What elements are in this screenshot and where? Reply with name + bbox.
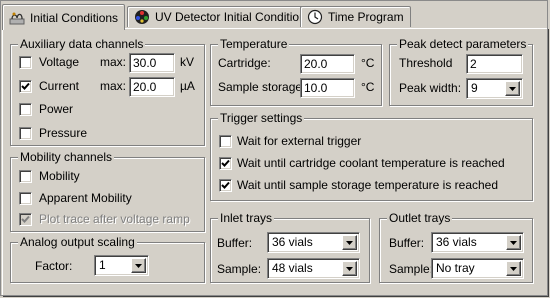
cartridge-label: Cartridge: — [218, 56, 271, 70]
max-label: max: — [100, 55, 127, 69]
pressure-label: Pressure — [39, 126, 88, 140]
external-trigger-label: Wait for external trigger — [237, 134, 362, 148]
checkmark-icon — [221, 159, 230, 167]
storage-temperature-label: Wait until sample storage temperature is… — [237, 178, 499, 192]
current-max-field[interactable]: 20.0 — [129, 77, 175, 97]
coolant-temperature-checkbox[interactable] — [219, 157, 232, 170]
sample-storage-label: Sample storage: — [218, 80, 306, 94]
tab-time-program[interactable]: Time Program — [300, 6, 411, 27]
plot-trace-label: Plot trace after voltage ramp — [39, 212, 190, 226]
checkmark-icon — [21, 82, 30, 90]
plot-trace-checkbox — [19, 213, 32, 226]
peak-width-dropdown[interactable]: 9 — [466, 78, 523, 99]
uv-detector-icon — [134, 9, 150, 25]
conditions-icon — [9, 10, 25, 26]
factor-dropdown[interactable]: 1 — [94, 255, 149, 276]
factor-value: 1 — [99, 258, 106, 272]
clock-icon — [307, 9, 323, 25]
current-unit: µA — [180, 79, 195, 93]
peak-width-value: 9 — [471, 81, 478, 95]
outlet-sample-label: Sample: — [389, 262, 434, 276]
chevron-down-icon[interactable] — [131, 258, 146, 273]
chevron-down-icon[interactable] — [505, 81, 520, 96]
storage-temperature-checkbox[interactable] — [219, 179, 232, 192]
factor-label: Factor: — [35, 259, 73, 273]
voltage-label: Voltage — [39, 55, 80, 69]
group-title: Mobility channels — [18, 150, 115, 164]
voltage-max-field[interactable]: 30.0 — [129, 53, 175, 73]
threshold-label: Threshold — [399, 56, 453, 70]
temperature-group: Temperature — [210, 37, 382, 106]
pressure-checkbox[interactable] — [19, 127, 32, 140]
current-label: Current — [39, 79, 80, 93]
voltage-checkbox[interactable] — [19, 56, 32, 69]
inlet-sample-dropdown[interactable]: 48 vials — [267, 258, 360, 279]
mobility-checkbox[interactable] — [19, 170, 32, 183]
tab-label: UV Detector Initial Conditions — [155, 10, 312, 24]
peak-width-label: Peak width: — [399, 81, 462, 95]
chevron-down-icon[interactable] — [506, 261, 521, 276]
tab-label: Time Program — [328, 10, 404, 24]
storage-unit: °C — [361, 80, 375, 94]
inlet-buffer-label: Buffer: — [217, 236, 253, 250]
chevron-down-icon[interactable] — [342, 235, 357, 250]
mobility-label: Mobility — [39, 169, 80, 183]
group-title: Outlet trays — [387, 211, 453, 225]
group-title: Inlet trays — [218, 211, 275, 225]
inlet-sample-label: Sample: — [217, 262, 262, 276]
cartridge-temperature-field[interactable]: 20.0 — [300, 54, 355, 74]
group-title: Trigger settings — [218, 111, 305, 125]
outlet-buffer-value: 36 vials — [436, 235, 477, 249]
cartridge-unit: °C — [361, 56, 375, 70]
power-checkbox[interactable] — [19, 103, 32, 116]
outlet-sample-dropdown[interactable]: No tray — [431, 258, 524, 279]
chevron-down-icon[interactable] — [342, 261, 357, 276]
chevron-down-icon[interactable] — [506, 235, 521, 250]
sample-storage-temperature-field[interactable]: 10.0 — [300, 78, 355, 98]
outlet-buffer-label: Buffer: — [389, 236, 425, 250]
current-checkbox[interactable] — [19, 80, 32, 93]
inlet-sample-value: 48 vials — [272, 261, 313, 275]
checkmark-icon — [221, 181, 230, 189]
group-title: Analog output scaling — [18, 235, 137, 249]
inlet-buffer-value: 36 vials — [272, 235, 313, 249]
coolant-temperature-label: Wait until cartridge coolant temperature… — [237, 156, 505, 170]
max-label: max: — [100, 79, 127, 93]
group-title: Temperature — [218, 37, 290, 51]
checkmark-icon — [21, 215, 30, 223]
tab-uv-detector[interactable]: UV Detector Initial Conditions — [127, 6, 319, 27]
tab-label: Initial Conditions — [30, 10, 119, 25]
tab-initial-conditions[interactable]: Initial Conditions — [2, 4, 126, 30]
apparent-mobility-checkbox[interactable] — [19, 192, 32, 205]
inlet-buffer-dropdown[interactable]: 36 vials — [267, 232, 360, 253]
outlet-buffer-dropdown[interactable]: 36 vials — [431, 232, 524, 253]
voltage-unit: kV — [180, 55, 195, 69]
group-title: Peak detect parameters — [397, 37, 529, 51]
external-trigger-checkbox[interactable] — [219, 135, 232, 148]
threshold-field[interactable]: 2 — [466, 54, 523, 74]
apparent-mobility-label: Apparent Mobility — [39, 191, 132, 205]
power-label: Power — [39, 102, 74, 116]
outlet-sample-value: No tray — [436, 261, 475, 275]
group-title: Auxiliary data channels — [18, 37, 146, 51]
